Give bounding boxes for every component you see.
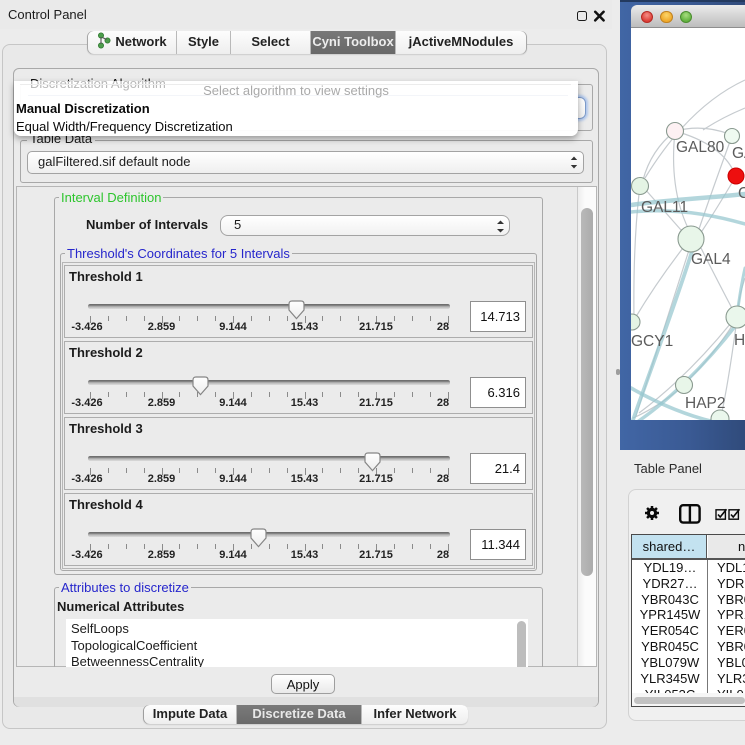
svg-text:H: H — [734, 332, 745, 349]
svg-text:GAL80: GAL80 — [676, 139, 725, 156]
svg-text:GA: GA — [732, 145, 745, 162]
svg-text:C: C — [738, 185, 745, 202]
svg-text:GCY1: GCY1 — [631, 333, 673, 350]
svg-text:HAP2: HAP2 — [685, 395, 726, 412]
svg-text:GAL11: GAL11 — [641, 199, 688, 216]
svg-text:GAL4: GAL4 — [691, 251, 731, 268]
